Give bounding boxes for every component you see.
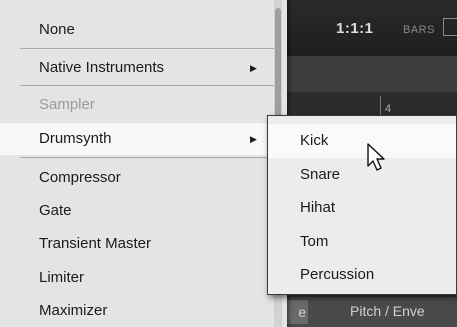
menu-item-label: Transient Master	[39, 235, 151, 252]
submenu-item-kick[interactable]: Kick	[268, 124, 456, 158]
menu-item-gate[interactable]: Gate	[0, 195, 274, 227]
plugin-menu: None Native Instruments ▶ Sampler Drumsy…	[0, 0, 287, 327]
menu-item-none[interactable]: None	[0, 14, 274, 46]
bars-selector[interactable]	[443, 18, 457, 36]
menu-separator	[20, 48, 274, 49]
mouse-pointer-icon	[367, 143, 385, 171]
menu-item-label: Native Instruments	[39, 59, 165, 76]
song-position-display: 1:1:1	[336, 20, 374, 37]
submenu-item-hihat[interactable]: Hihat	[268, 191, 456, 225]
menu-item-drumsynth[interactable]: Drumsynth ▶	[0, 123, 274, 155]
submenu-item-label: Snare	[300, 166, 341, 183]
ruler-bar-number: 4	[385, 103, 392, 115]
menu-item-compressor[interactable]: Compressor	[0, 162, 274, 194]
submenu-item-tom[interactable]: Tom	[268, 225, 456, 259]
menu-separator	[20, 157, 274, 158]
submenu-item-label: Percussion	[300, 266, 375, 283]
menu-item-label: Sampler	[39, 96, 95, 113]
menu-item-native-instruments[interactable]: Native Instruments ▶	[0, 52, 274, 84]
menu-item-maximizer[interactable]: Maximizer	[0, 295, 274, 327]
parameter-page-label[interactable]: Pitch / Enve	[350, 303, 425, 319]
menu-scrollbar-thumb[interactable]	[275, 8, 281, 120]
menu-item-label: Compressor	[39, 169, 121, 186]
submenu-arrow-icon: ▶	[250, 134, 257, 144]
menu-item-limiter[interactable]: Limiter	[0, 262, 274, 294]
arranger-strip	[280, 56, 457, 93]
menu-item-label: Maximizer	[39, 302, 108, 319]
menu-item-sampler: Sampler	[0, 89, 274, 121]
submenu-item-label: Kick	[300, 132, 329, 149]
submenu-item-snare[interactable]: Snare	[268, 158, 456, 192]
menu-item-label: None	[39, 21, 75, 38]
submenu-item-percussion[interactable]: Percussion	[268, 258, 456, 292]
menu-item-transient-master[interactable]: Transient Master	[0, 228, 274, 260]
submenu-item-label: Hihat	[300, 199, 336, 216]
menu-item-label: Limiter	[39, 269, 85, 286]
menu-separator	[20, 85, 274, 86]
submenu-arrow-icon: ▶	[250, 63, 257, 73]
drumsynth-submenu: Kick Snare Hihat Tom Percussion	[267, 115, 457, 295]
menu-item-label: Drumsynth	[39, 130, 112, 147]
bars-label: BARS	[403, 24, 435, 36]
menu-item-label: Gate	[39, 202, 72, 219]
submenu-item-label: Tom	[300, 233, 329, 250]
